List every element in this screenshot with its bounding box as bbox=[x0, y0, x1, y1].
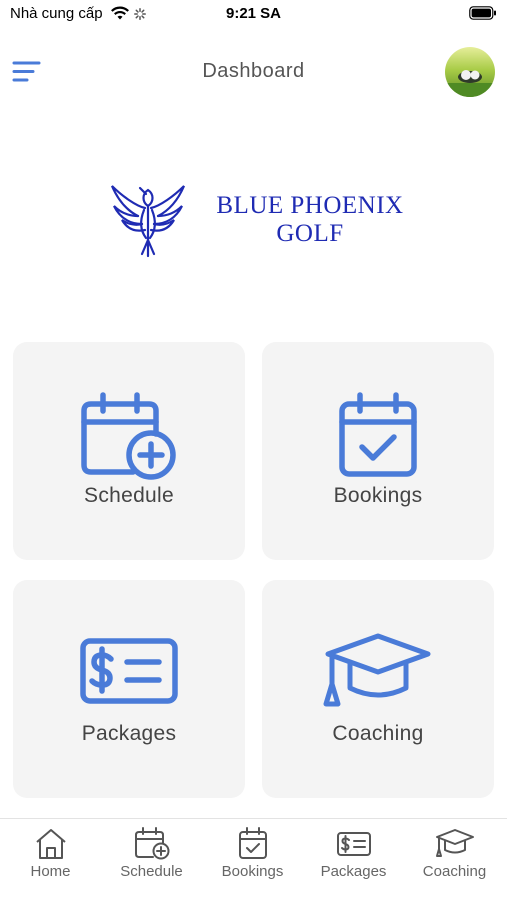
bottom-nav: Home Schedule Bookings Packages Coaching bbox=[0, 818, 507, 901]
nav-home[interactable]: Home bbox=[0, 819, 101, 901]
dollar-ticket-icon bbox=[303, 827, 404, 861]
nav-bookings[interactable]: Bookings bbox=[202, 819, 303, 901]
packages-tile[interactable]: Packages bbox=[13, 580, 245, 798]
graduation-cap-icon bbox=[404, 827, 505, 861]
nav-home-label: Home bbox=[30, 863, 71, 880]
calendar-plus-icon bbox=[101, 827, 202, 861]
nav-packages[interactable]: Packages bbox=[303, 819, 404, 901]
page-title: Dashboard bbox=[202, 60, 305, 82]
nav-packages-label: Packages bbox=[320, 863, 387, 880]
calendar-check-icon bbox=[202, 827, 303, 861]
brand-name-line1: BLUE PHOENIX bbox=[216, 192, 404, 219]
phoenix-emblem-icon bbox=[108, 180, 188, 260]
clock-time: 9:21 SA bbox=[225, 5, 282, 22]
coaching-tile[interactable]: Coaching bbox=[262, 580, 494, 798]
brand-name-line2: GOLF bbox=[276, 220, 344, 247]
nav-coaching-label: Coaching bbox=[422, 863, 487, 880]
nav-bookings-label: Bookings bbox=[221, 863, 284, 880]
app-header: Dashboard bbox=[0, 44, 507, 100]
brand-logo: BLUE PHOENIX GOLF bbox=[108, 180, 418, 262]
schedule-tile-label: Schedule bbox=[84, 484, 174, 507]
home-icon bbox=[0, 827, 101, 861]
nav-schedule[interactable]: Schedule bbox=[101, 819, 202, 901]
brand-name: BLUE PHOENIX GOLF bbox=[200, 192, 420, 248]
bookings-tile[interactable]: Bookings bbox=[262, 342, 494, 560]
schedule-tile[interactable]: Schedule bbox=[13, 342, 245, 560]
bookings-tile-label: Bookings bbox=[333, 484, 423, 507]
battery-icon bbox=[469, 6, 497, 25]
status-bar: Nhà cung cấp 9:21 SA bbox=[0, 0, 507, 30]
packages-tile-label: Packages bbox=[81, 722, 177, 745]
coaching-tile-label: Coaching bbox=[332, 722, 424, 745]
nav-schedule-label: Schedule bbox=[120, 863, 183, 880]
user-avatar[interactable] bbox=[445, 47, 495, 97]
nav-coaching[interactable]: Coaching bbox=[404, 819, 505, 901]
